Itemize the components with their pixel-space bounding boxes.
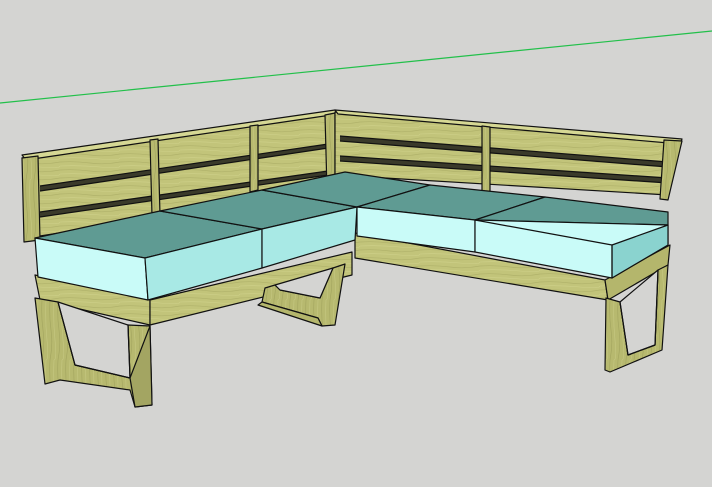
sectional-bench-model[interactable] [21, 109, 683, 408]
green-axis-line [0, 30, 712, 104]
modeling-viewport[interactable] [0, 0, 712, 487]
viewport-canvas[interactable] [0, 0, 712, 487]
